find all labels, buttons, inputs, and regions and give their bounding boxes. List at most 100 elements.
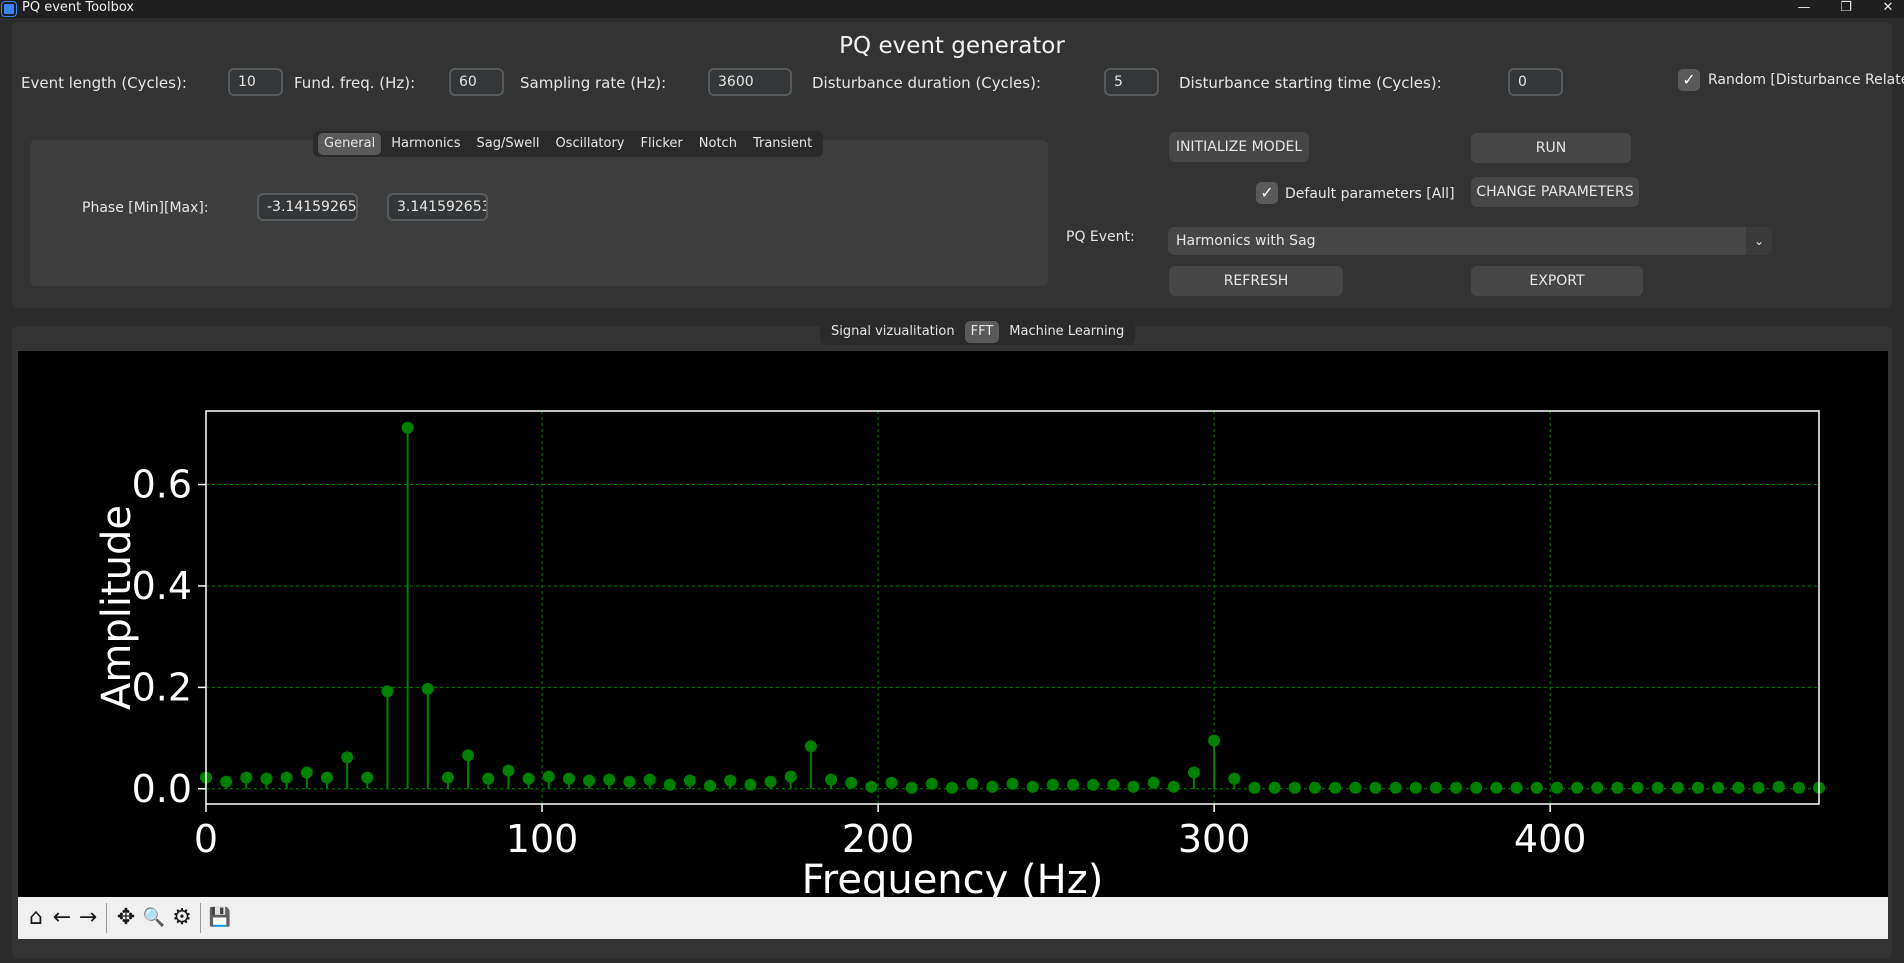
y-tick-label: 0.6 <box>132 463 192 507</box>
stem-marker <box>462 749 475 762</box>
tab-transient[interactable]: Transient <box>747 133 818 155</box>
x-tick-label: 400 <box>1514 817 1587 861</box>
chevron-down-icon[interactable]: ⌄ <box>1746 227 1772 255</box>
tab-flicker[interactable]: Flicker <box>635 133 689 155</box>
stem-marker <box>1066 778 1079 791</box>
stem-marker <box>1107 778 1120 791</box>
random-checkbox[interactable]: ✓ <box>1678 69 1700 91</box>
stem-marker <box>1389 781 1402 794</box>
pq-event-label: PQ Event: <box>1066 229 1135 245</box>
stem-marker <box>1450 781 1463 794</box>
x-axis-label: Frequency (Hz) <box>802 857 1104 897</box>
tab-signal-visualization[interactable]: Signal vizualitation <box>825 321 961 343</box>
stem-marker <box>1369 781 1382 794</box>
fft-plot-area[interactable]: 0 100 200 300 400 0.0 0.2 0.4 0.6 Frequency (Hz) A… <box>18 351 1888 903</box>
fund-freq-input[interactable]: 60 <box>449 68 504 96</box>
run-button[interactable]: RUN <box>1471 133 1631 163</box>
stem-marker <box>1611 781 1624 794</box>
stem-marker <box>764 775 777 788</box>
stem-marker <box>421 682 434 695</box>
change-parameters-button[interactable]: CHANGE PARAMETERS <box>1471 177 1639 207</box>
stem-marker <box>663 778 676 791</box>
stem-marker <box>1550 781 1563 794</box>
fund-freq-label: Fund. freq. (Hz): <box>294 74 416 92</box>
stem-marker <box>320 771 333 784</box>
app-icon <box>2 2 16 16</box>
axes-frame <box>205 410 1820 805</box>
save-icon[interactable]: 💾 <box>206 897 234 939</box>
stem-marker <box>1591 781 1604 794</box>
stem-marker <box>1571 781 1584 794</box>
stem-marker <box>1248 781 1261 794</box>
stem-marker <box>643 773 656 786</box>
default-parameters-checkbox[interactable]: ✓ <box>1256 182 1278 204</box>
stem-marker <box>1752 781 1765 794</box>
tab-general[interactable]: General <box>318 133 382 155</box>
stem-marker <box>784 770 797 783</box>
tab-notch[interactable]: Notch <box>693 133 743 155</box>
stem-marker <box>1692 781 1705 794</box>
default-parameters-label: Default parameters [All] <box>1285 186 1455 202</box>
pq-event-dropdown[interactable]: Harmonics with Sag ⌄ <box>1168 227 1772 255</box>
title-bar <box>0 0 1904 18</box>
stem-marker <box>1087 778 1100 791</box>
stem-marker <box>280 771 293 784</box>
stem-marker <box>683 774 696 787</box>
stem-marker <box>925 777 938 790</box>
sampling-rate-label: Sampling rate (Hz): <box>520 74 667 92</box>
configure-icon[interactable]: ⚙ <box>168 897 196 939</box>
tab-fft[interactable]: FFT <box>964 321 1000 343</box>
stem-marker <box>1228 772 1241 785</box>
stem-marker <box>905 781 918 794</box>
minimize-button[interactable]: — <box>1784 0 1824 18</box>
stem-marker <box>885 776 898 789</box>
forward-arrow-icon[interactable]: → <box>74 897 102 939</box>
view-tabs: Signal vizualitation FFT Machine Learnin… <box>820 319 1136 345</box>
export-button[interactable]: EXPORT <box>1471 266 1643 296</box>
stem-marker <box>1732 781 1745 794</box>
back-arrow-icon[interactable]: ← <box>48 897 76 939</box>
stem-marker <box>1712 781 1725 794</box>
home-icon[interactable]: ⌂ <box>22 897 50 939</box>
stem-marker <box>1429 781 1442 794</box>
x-tick-label: 300 <box>1178 817 1251 861</box>
stem-marker <box>1792 781 1805 794</box>
sampling-rate-input[interactable]: 3600 <box>708 68 792 96</box>
stem-marker <box>1308 781 1321 794</box>
initialize-model-button[interactable]: INITIALIZE MODEL <box>1169 132 1309 162</box>
close-button[interactable]: ✕ <box>1868 0 1904 18</box>
stem-marker <box>381 685 394 698</box>
pan-icon[interactable]: ✥ <box>112 897 140 939</box>
stem-marker <box>865 780 878 793</box>
phase-max-input[interactable]: 3.141592653 <box>387 193 488 221</box>
disturbance-start-input[interactable]: 0 <box>1508 68 1563 96</box>
tab-harmonics[interactable]: Harmonics <box>385 133 466 155</box>
phase-label: Phase [Min][Max]: <box>82 200 209 216</box>
tab-sag-swell[interactable]: Sag/Swell <box>470 133 545 155</box>
page-title: PQ event generator <box>839 33 1065 59</box>
stem-marker <box>1147 776 1160 789</box>
zoom-icon[interactable]: 🔍 <box>140 897 168 939</box>
stem-marker <box>1187 766 1200 779</box>
stem-marker <box>724 774 737 787</box>
stem-marker <box>1631 781 1644 794</box>
stem-marker <box>341 751 354 764</box>
stem-marker <box>502 764 515 777</box>
stem-marker <box>1329 781 1342 794</box>
maximize-button[interactable]: ❐ <box>1826 0 1866 18</box>
event-length-input[interactable]: 10 <box>228 68 283 96</box>
stem-marker <box>522 772 535 785</box>
checkmark-icon: ✓ <box>1682 70 1696 89</box>
stem-marker <box>1510 781 1523 794</box>
x-tick-label: 100 <box>506 817 579 861</box>
stem-marker <box>361 771 374 784</box>
disturbance-duration-input[interactable]: 5 <box>1104 68 1159 96</box>
tab-oscillatory[interactable]: Oscillatory <box>549 133 630 155</box>
y-tick-label: 0.2 <box>132 665 192 709</box>
event-length-label: Event length (Cycles): <box>21 74 187 92</box>
tab-machine-learning[interactable]: Machine Learning <box>1003 321 1130 343</box>
stem-marker <box>401 421 414 434</box>
random-label: Random [Disturbance Related] <box>1708 72 1904 88</box>
refresh-button[interactable]: REFRESH <box>1169 266 1343 296</box>
phase-min-input[interactable]: -3.141592653 <box>257 193 358 221</box>
